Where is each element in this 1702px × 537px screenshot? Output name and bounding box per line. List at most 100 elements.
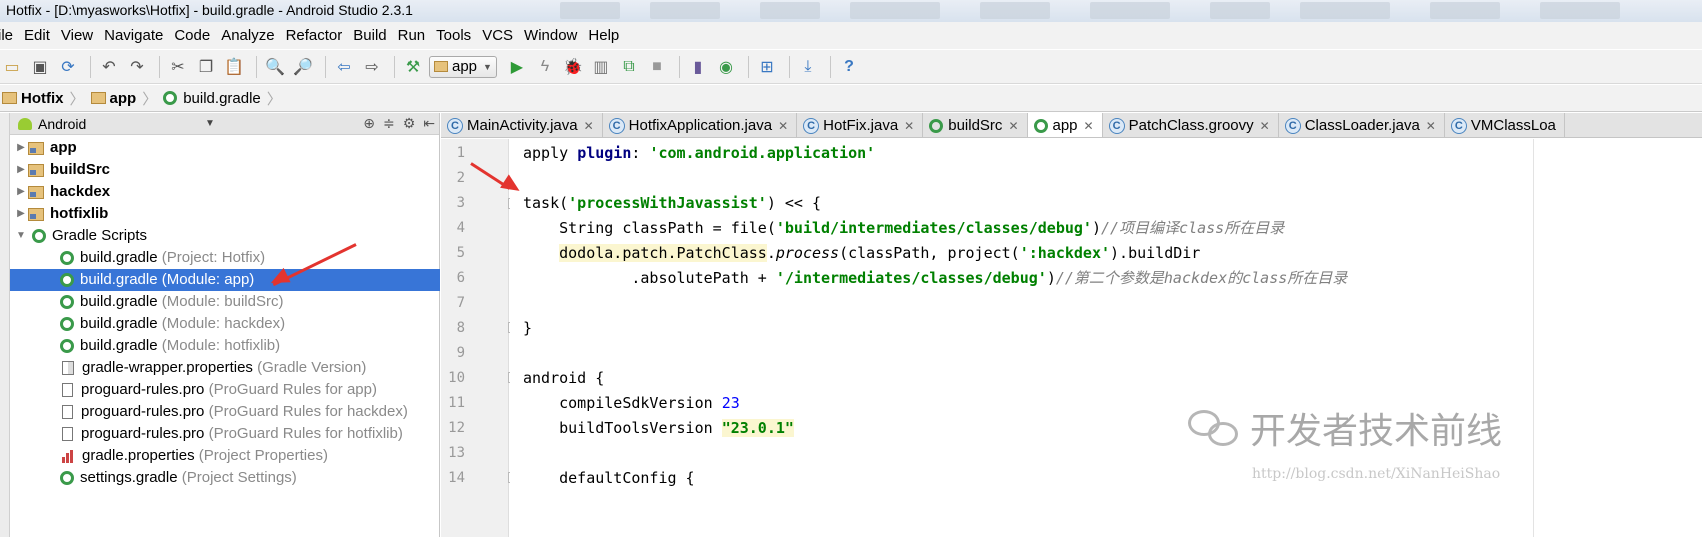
tree-item-build-gradle-hackdex[interactable]: build.gradle (Module: hackdex) [10,313,440,335]
menu-refactor[interactable]: Refactor [286,27,343,44]
tab-mainactivity[interactable]: C MainActivity.java ✕ [441,113,603,137]
open-icon[interactable]: ▭ [0,55,24,79]
tab-buildsrc[interactable]: buildSrc ✕ [923,113,1028,137]
apply-changes-icon[interactable]: ϟ [533,55,557,79]
attach-debugger-icon[interactable]: ⧉ [617,55,641,79]
sync-icon[interactable]: ⟳ [56,55,80,79]
tree-item-proguard-hotfixlib[interactable]: proguard-rules.pro (ProGuard Rules for h… [10,423,440,445]
tree-item-build-gradle-buildsrc[interactable]: build.gradle (Module: buildSrc) [10,291,440,313]
copy-icon[interactable]: ❐ [194,55,218,79]
code-line-11: compileSdkVersion 23 [523,394,740,412]
project-panel: Android ▼ ⊕ ≑ ⚙ ⇤ ▶ app ▶ buildSrc ▶ hac… [10,113,440,537]
menu-run[interactable]: Run [398,27,426,44]
redo-icon[interactable]: ↷ [125,55,149,79]
save-icon[interactable]: ▣ [28,55,52,79]
tree-item-gradle-wrapper-properties[interactable]: gradle-wrapper.properties (Gradle Versio… [10,357,440,379]
menu-file[interactable]: ile [0,27,13,44]
tree-item-proguard-app[interactable]: proguard-rules.pro (ProGuard Rules for a… [10,379,440,401]
tree-item-app[interactable]: ▶ app [10,137,440,159]
close-icon[interactable]: ✕ [1008,119,1018,133]
gear-icon[interactable]: ⚙ [403,115,416,132]
menu-help[interactable]: Help [588,27,619,44]
cut-icon[interactable]: ✂ [166,55,190,79]
close-icon[interactable]: ✕ [1426,119,1436,133]
tree-item-build-gradle-project[interactable]: build.gradle (Project: Hotfix) [10,247,440,269]
undo-icon[interactable]: ↶ [97,55,121,79]
menu-vcs[interactable]: VCS [482,27,513,44]
close-icon[interactable]: ✕ [1084,119,1094,133]
text-file-icon [62,383,73,397]
code-line-3: task('processWithJavassist') << { [523,194,822,212]
breadcrumb-project[interactable]: Hotfix [0,85,68,111]
properties-chart-icon [62,449,75,463]
back-icon[interactable]: ⇦ [332,55,356,79]
close-icon[interactable]: ✕ [584,119,594,133]
expand-arrow-icon[interactable]: ▶ [14,137,28,159]
chevron-down-icon[interactable]: ▼ [205,118,215,129]
expand-arrow-icon[interactable]: ▶ [14,203,28,225]
tab-hotfixapplication[interactable]: C HotfixApplication.java ✕ [603,113,798,137]
line-number: 8 [456,320,465,336]
tree-item-hotfixlib[interactable]: ▶ hotfixlib [10,203,440,225]
view-mode-select[interactable]: Android [38,116,86,132]
run-config-select[interactable]: app ▼ [429,55,497,78]
profile-icon[interactable]: ▥ [589,55,613,79]
line-number: 3 [456,195,465,211]
menu-window[interactable]: Window [524,27,577,44]
expand-arrow-icon[interactable]: ▶ [14,159,28,181]
android-config-icon [434,61,448,72]
stop-icon[interactable]: ■ [645,55,669,79]
menu-analyze[interactable]: Analyze [221,27,274,44]
paste-icon[interactable]: 📋 [222,55,246,79]
gradle-icon [60,317,74,331]
tree-item-build-gradle-hotfixlib[interactable]: build.gradle (Module: hotfixlib) [10,335,440,357]
project-structure-icon[interactable]: ⊞ [755,55,779,79]
tree-item-gradle-scripts[interactable]: ▼ Gradle Scripts [10,225,440,247]
menu-build[interactable]: Build [353,27,386,44]
menu-code[interactable]: Code [174,27,210,44]
tab-vmclassloader[interactable]: C VMClassLoa [1445,113,1565,137]
menu-tools[interactable]: Tools [436,27,471,44]
run-icon[interactable]: ▶ [505,55,529,79]
tab-classloader[interactable]: C ClassLoader.java ✕ [1279,113,1445,137]
close-icon[interactable]: ✕ [1260,119,1270,133]
line-number: 13 [448,445,465,461]
help-icon[interactable]: ? [837,55,861,79]
tree-item-build-gradle-app[interactable]: build.gradle (Module: app) [10,269,440,291]
collapse-arrow-icon[interactable]: ▼ [14,225,28,247]
scroll-from-source-icon[interactable]: ⊕ [363,115,375,132]
menu-navigate[interactable]: Navigate [104,27,163,44]
make-project-icon[interactable]: ⚒ [401,55,425,79]
expand-arrow-icon[interactable]: ▶ [14,181,28,203]
breadcrumb-file[interactable]: build.gradle [159,85,265,111]
find-icon[interactable]: 🔍 [263,55,287,79]
code-editor[interactable]: apply plugin: 'com.android.application' … [510,139,1702,537]
menu-edit[interactable]: Edit [24,27,50,44]
tree-item-hackdex[interactable]: ▶ hackdex [10,181,440,203]
download-icon[interactable]: ⤓ [796,55,820,79]
tree-item-gradle-properties[interactable]: gradle.properties (Project Properties) [10,445,440,467]
sdk-manager-icon[interactable]: ◉ [714,55,738,79]
replace-icon[interactable]: 🔎 [291,55,315,79]
tree-item-buildsrc[interactable]: ▶ buildSrc [10,159,440,181]
main-toolbar: ▭ ▣ ⟳ ↶ ↷ ✂ ❐ 📋 🔍 🔎 ⇦ ⇨ ⚒ app ▼ ▶ ϟ 🐞 ▥ … [0,50,1702,84]
hide-panel-icon[interactable]: ⇤ [423,115,435,132]
code-line-5: dodola.patch.PatchClass.process(classPat… [559,244,1201,262]
tree-item-proguard-hackdex[interactable]: proguard-rules.pro (ProGuard Rules for h… [10,401,440,423]
collapse-all-icon[interactable]: ≑ [383,115,395,132]
code-line-6: .absolutePath + '/intermediates/classes/… [523,269,1348,287]
debug-icon[interactable]: 🐞 [561,55,585,79]
tab-app[interactable]: app ✕ [1027,113,1103,137]
forward-icon[interactable]: ⇨ [360,55,384,79]
tab-patchclass[interactable]: C PatchClass.groovy ✕ [1103,113,1279,137]
breadcrumb-module[interactable]: app [87,85,141,111]
close-icon[interactable]: ✕ [778,119,788,133]
menu-view[interactable]: View [61,27,93,44]
tab-hotfix[interactable]: C HotFix.java ✕ [797,113,924,137]
tree-item-settings-gradle[interactable]: settings.gradle (Project Settings) [10,467,440,489]
class-icon: C [1284,117,1301,134]
gradle-icon [163,91,178,105]
folder-icon [2,92,17,104]
avd-manager-icon[interactable]: ▮ [686,55,710,79]
close-icon[interactable]: ✕ [904,119,914,133]
